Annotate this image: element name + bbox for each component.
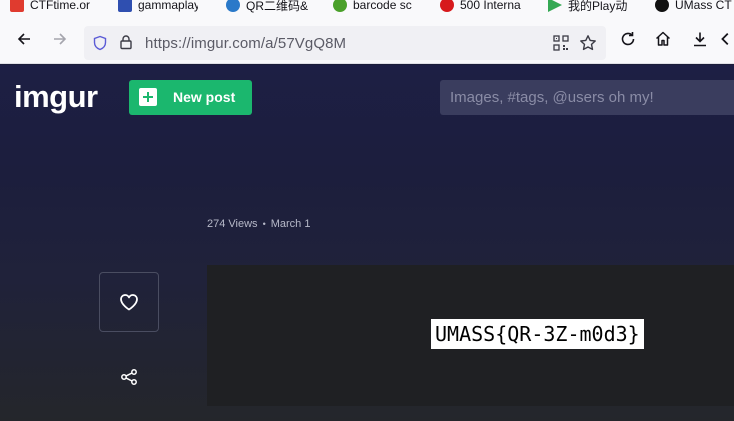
bookmark-label: 我的Play动 xyxy=(568,0,628,13)
bookmark-label: UMass CT xyxy=(675,0,732,12)
bookmark-play[interactable]: 我的Play动 xyxy=(548,0,630,14)
bookmark-gammaplay[interactable]: gammaplay xyxy=(118,0,198,14)
home-icon xyxy=(655,31,671,46)
reload-button[interactable] xyxy=(616,27,640,51)
flag-text: UMASS{QR-3Z-m0d3} xyxy=(431,319,644,349)
tracking-shield-icon[interactable] xyxy=(92,35,108,51)
chevron-left-icon xyxy=(721,33,729,45)
barcode-icon xyxy=(333,0,347,12)
bookmark-label: gammaplay xyxy=(138,0,198,12)
home-button[interactable] xyxy=(651,27,675,51)
bookmark-qr[interactable]: QR二维码& xyxy=(226,0,308,14)
forward-button[interactable] xyxy=(48,27,72,51)
bookmark-label: CTFtime.or xyxy=(30,0,90,12)
new-post-label: New post xyxy=(173,89,236,105)
play-store-icon xyxy=(548,0,562,12)
meta-separator: • xyxy=(262,219,266,229)
bookmark-umass[interactable]: UMass CT xyxy=(655,0,734,14)
bookmark-label: QR二维码& xyxy=(246,0,308,13)
downloads-button[interactable] xyxy=(688,27,712,51)
share-button[interactable] xyxy=(117,365,141,389)
lock-icon[interactable] xyxy=(118,34,134,50)
reload-icon xyxy=(621,32,635,46)
bookmark-barcode[interactable]: barcode sc xyxy=(333,0,417,14)
address-bar[interactable]: https://imgur.com/a/57VgQ8M xyxy=(84,26,606,60)
heart-icon xyxy=(120,294,138,311)
pinterest-icon xyxy=(440,0,454,12)
like-button[interactable] xyxy=(99,272,159,332)
post-date: March 1 xyxy=(270,218,311,230)
ctftime-flag-icon xyxy=(10,0,24,12)
bookmark-label: 500 Interna xyxy=(460,0,521,12)
back-arrow-icon xyxy=(17,33,30,45)
share-icon xyxy=(121,369,137,385)
bookmark-label: barcode sc xyxy=(353,0,412,12)
url-text[interactable]: https://imgur.com/a/57VgQ8M xyxy=(145,35,346,52)
bookmarks-bar: CTFtime.or gammaplay QR二维码& barcode sc 5… xyxy=(0,0,734,14)
imgur-logo[interactable]: imgur xyxy=(14,79,98,115)
gamma-icon xyxy=(118,0,132,12)
qr-code-icon[interactable] xyxy=(553,35,569,51)
new-post-button[interactable]: New post xyxy=(129,80,252,115)
back-button[interactable] xyxy=(12,27,36,51)
forward-arrow-icon xyxy=(54,33,67,45)
qr-s-icon xyxy=(226,0,240,12)
post-image[interactable]: UMASS{QR-3Z-m0d3} xyxy=(207,265,734,406)
plus-icon xyxy=(139,88,157,106)
overflow-button[interactable] xyxy=(718,27,734,51)
github-icon xyxy=(655,0,669,12)
view-count: 274 Views xyxy=(207,218,258,230)
bookmark-ctftime[interactable]: CTFtime.or xyxy=(10,0,92,14)
search-input[interactable] xyxy=(440,80,734,115)
imgur-page: imgur New post 274 Views • March 1 UMASS… xyxy=(0,65,734,421)
bookmark-500[interactable]: 500 Interna xyxy=(440,0,524,14)
download-icon xyxy=(694,32,706,47)
post-meta: 274 Views • March 1 xyxy=(207,218,310,230)
browser-toolbar: https://imgur.com/a/57VgQ8M xyxy=(0,14,734,64)
bookmark-star-icon[interactable] xyxy=(579,34,597,52)
